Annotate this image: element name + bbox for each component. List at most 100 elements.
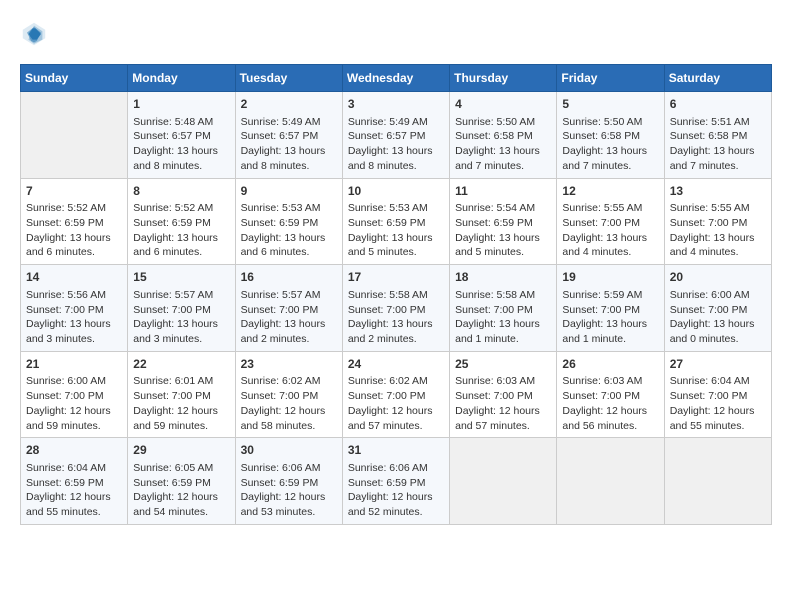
- day-header-saturday: Saturday: [664, 65, 771, 92]
- cell-content-line: Sunset: 6:57 PM: [241, 129, 337, 144]
- cell-content-line: Daylight: 12 hours and 56 minutes.: [562, 404, 658, 433]
- cell-content-line: Sunset: 7:00 PM: [455, 303, 551, 318]
- day-number: 4: [455, 96, 551, 113]
- cell-content-line: Daylight: 13 hours and 6 minutes.: [133, 231, 229, 260]
- cell-content-line: Sunrise: 5:52 AM: [133, 201, 229, 216]
- calendar-cell: 28 Sunrise: 6:04 AMSunset: 6:59 PMDayligh…: [21, 438, 128, 525]
- calendar-cell: 4Sunrise: 5:50 AMSunset: 6:58 PMDaylight…: [450, 92, 557, 179]
- cell-content-line: Sunrise: 6:00 AM: [26, 374, 122, 389]
- cell-content-line: Sunset: 6:57 PM: [133, 129, 229, 144]
- week-row-2: 7Sunrise: 5:52 AMSunset: 6:59 PMDaylight…: [21, 178, 772, 265]
- cell-content-line: Daylight: 13 hours and 7 minutes.: [562, 144, 658, 173]
- cell-content-line: Daylight: 12 hours and 57 minutes.: [455, 404, 551, 433]
- day-header-sunday: Sunday: [21, 65, 128, 92]
- cell-content-line: Daylight: 13 hours and 4 minutes.: [562, 231, 658, 260]
- week-row-4: 21Sunrise: 6:00 AMSunset: 7:00 PMDayligh…: [21, 351, 772, 438]
- day-number: 29: [133, 442, 229, 459]
- cell-content-line: Sunrise: 5:50 AM: [455, 115, 551, 130]
- day-header-thursday: Thursday: [450, 65, 557, 92]
- cell-content-line: Sunrise: 5:48 AM: [133, 115, 229, 130]
- cell-content-line: Sunrise: 5:59 AM: [562, 288, 658, 303]
- cell-content-line: Sunset: 6:58 PM: [562, 129, 658, 144]
- calendar-cell: 17Sunrise: 5:58 AMSunset: 7:00 PMDayligh…: [342, 265, 449, 352]
- cell-content-line: Sunrise: 6:00 AM: [670, 288, 766, 303]
- calendar-cell: 20Sunrise: 6:00 AMSunset: 7:00 PMDayligh…: [664, 265, 771, 352]
- cell-content-line: Sunrise: 6:04 AM: [26, 461, 122, 476]
- cell-content-line: Sunset: 7:00 PM: [241, 303, 337, 318]
- day-number: 23: [241, 356, 337, 373]
- day-number: 19: [562, 269, 658, 286]
- cell-content-line: Daylight: 13 hours and 4 minutes.: [670, 231, 766, 260]
- header-row: SundayMondayTuesdayWednesdayThursdayFrid…: [21, 65, 772, 92]
- calendar-cell: 11Sunrise: 5:54 AMSunset: 6:59 PMDayligh…: [450, 178, 557, 265]
- day-number: 30: [241, 442, 337, 459]
- cell-content-line: Sunrise: 5:58 AM: [348, 288, 444, 303]
- cell-content-line: Sunrise: 5:53 AM: [348, 201, 444, 216]
- cell-content-line: Sunset: 7:00 PM: [241, 389, 337, 404]
- calendar-cell: 27Sunrise: 6:04 AMSunset: 7:00 PMDayligh…: [664, 351, 771, 438]
- cell-content-line: Sunset: 7:00 PM: [348, 389, 444, 404]
- calendar-cell: [21, 92, 128, 179]
- cell-content-line: Sunrise: 5:50 AM: [562, 115, 658, 130]
- calendar-cell: [557, 438, 664, 525]
- day-number: 10: [348, 183, 444, 200]
- cell-content-line: Sunrise: 6:02 AM: [241, 374, 337, 389]
- day-number: 20: [670, 269, 766, 286]
- calendar-cell: [450, 438, 557, 525]
- cell-content-line: Sunrise: 6:02 AM: [348, 374, 444, 389]
- cell-content-line: Daylight: 12 hours and 53 minutes.: [241, 490, 337, 519]
- cell-content-line: Sunrise: 5:55 AM: [562, 201, 658, 216]
- cell-content-line: Sunrise: 5:54 AM: [455, 201, 551, 216]
- calendar-cell: 18Sunrise: 5:58 AMSunset: 7:00 PMDayligh…: [450, 265, 557, 352]
- calendar-cell: [664, 438, 771, 525]
- cell-content-line: Sunset: 6:59 PM: [241, 476, 337, 491]
- calendar-cell: 2Sunrise: 5:49 AMSunset: 6:57 PMDaylight…: [235, 92, 342, 179]
- cell-content-line: Sunset: 6:59 PM: [241, 216, 337, 231]
- day-number: 28: [26, 442, 122, 459]
- calendar-cell: 1Sunrise: 5:48 AMSunset: 6:57 PMDaylight…: [128, 92, 235, 179]
- day-number: 7: [26, 183, 122, 200]
- week-row-5: 28Sunrise: 6:04 AMSunset: 6:59 PMDayligh…: [21, 438, 772, 525]
- cell-content-line: Sunset: 6:59 PM: [26, 476, 122, 491]
- cell-content-line: Daylight: 13 hours and 5 minutes.: [348, 231, 444, 260]
- cell-content-line: Sunset: 7:00 PM: [26, 303, 122, 318]
- cell-content-line: Sunrise: 6:06 AM: [241, 461, 337, 476]
- day-number: 2: [241, 96, 337, 113]
- day-number: 6: [670, 96, 766, 113]
- calendar-cell: 9Sunrise: 5:53 AMSunset: 6:59 PMDaylight…: [235, 178, 342, 265]
- cell-content-line: Daylight: 12 hours and 57 minutes.: [348, 404, 444, 433]
- calendar-cell: 26Sunrise: 6:03 AMSunset: 7:00 PMDayligh…: [557, 351, 664, 438]
- cell-content-line: Sunset: 7:00 PM: [562, 303, 658, 318]
- day-number: 21: [26, 356, 122, 373]
- cell-content-line: Sunset: 7:00 PM: [670, 389, 766, 404]
- calendar-cell: 7Sunrise: 5:52 AMSunset: 6:59 PMDaylight…: [21, 178, 128, 265]
- day-number: 13: [670, 183, 766, 200]
- cell-content-line: Sunset: 7:00 PM: [133, 303, 229, 318]
- calendar-cell: 14Sunrise: 5:56 AMSunset: 7:00 PMDayligh…: [21, 265, 128, 352]
- cell-content-line: Daylight: 12 hours and 58 minutes.: [241, 404, 337, 433]
- cell-content-line: Sunrise: 5:49 AM: [241, 115, 337, 130]
- calendar-cell: 24Sunrise: 6:02 AMSunset: 7:00 PMDayligh…: [342, 351, 449, 438]
- cell-content-line: Sunset: 6:59 PM: [348, 216, 444, 231]
- calendar-cell: 5Sunrise: 5:50 AMSunset: 6:58 PMDaylight…: [557, 92, 664, 179]
- calendar-table: SundayMondayTuesdayWednesdayThursdayFrid…: [20, 64, 772, 525]
- cell-content-line: Daylight: 12 hours and 55 minutes.: [26, 490, 122, 519]
- calendar-cell: 16Sunrise: 5:57 AMSunset: 7:00 PMDayligh…: [235, 265, 342, 352]
- day-number: 17: [348, 269, 444, 286]
- cell-content-line: Sunset: 7:00 PM: [133, 389, 229, 404]
- calendar-cell: 6Sunrise: 5:51 AMSunset: 6:58 PMDaylight…: [664, 92, 771, 179]
- cell-content-line: Sunset: 6:59 PM: [26, 216, 122, 231]
- cell-content-line: Sunset: 7:00 PM: [670, 216, 766, 231]
- cell-content-line: Daylight: 12 hours and 54 minutes.: [133, 490, 229, 519]
- day-number: 16: [241, 269, 337, 286]
- calendar-cell: 3Sunrise: 5:49 AMSunset: 6:57 PMDaylight…: [342, 92, 449, 179]
- calendar-cell: 8Sunrise: 5:52 AMSunset: 6:59 PMDaylight…: [128, 178, 235, 265]
- day-number: 25: [455, 356, 551, 373]
- cell-content-line: Sunset: 7:00 PM: [670, 303, 766, 318]
- cell-content-line: Daylight: 13 hours and 5 minutes.: [455, 231, 551, 260]
- calendar-cell: 15Sunrise: 5:57 AMSunset: 7:00 PMDayligh…: [128, 265, 235, 352]
- cell-content-line: Sunrise: 5:56 AM: [26, 288, 122, 303]
- cell-content-line: Daylight: 13 hours and 6 minutes.: [241, 231, 337, 260]
- cell-content-line: Sunset: 6:59 PM: [348, 476, 444, 491]
- day-number: 18: [455, 269, 551, 286]
